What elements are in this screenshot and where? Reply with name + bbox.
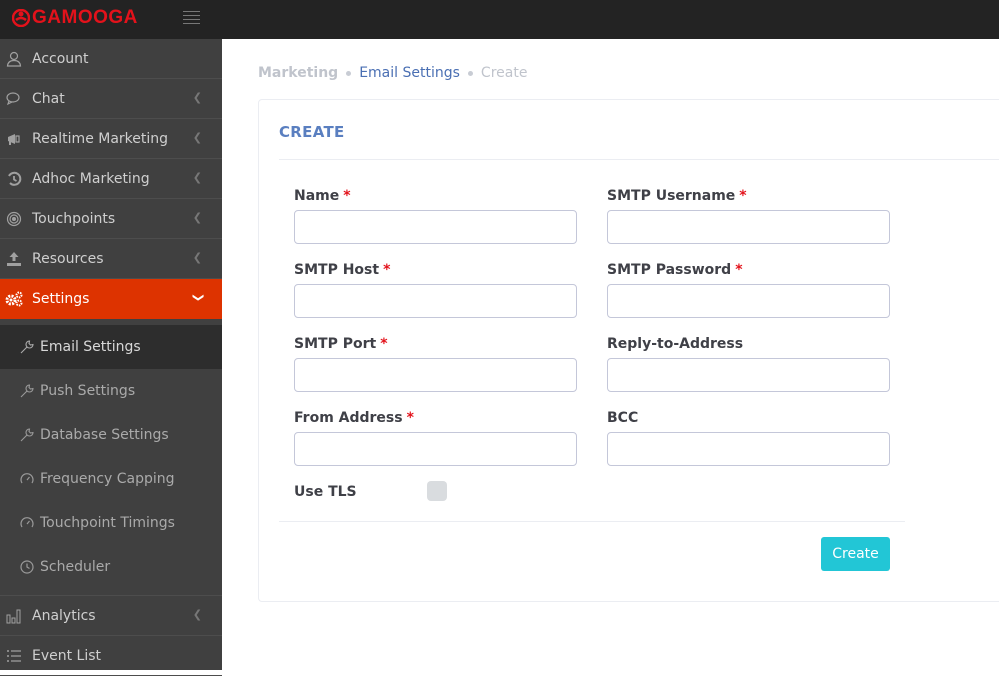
brand-logo[interactable]: GAMOOGA <box>12 7 138 29</box>
sidebar-item-chat[interactable]: Chat ❮ <box>0 79 222 119</box>
sidebar-item-realtime-marketing[interactable]: Realtime Marketing ❮ <box>0 119 222 159</box>
list-icon <box>5 647 23 665</box>
sidebar-item-resources[interactable]: Resources ❮ <box>0 239 222 279</box>
sidebar-item-label: Chat <box>32 90 65 107</box>
history-icon <box>5 170 23 188</box>
smtp-port-label: SMTP Port * <box>294 336 388 352</box>
chevron-down-icon: ❮ <box>190 292 204 303</box>
smtp-host-label: SMTP Host * <box>294 262 391 278</box>
smtp-username-label: SMTP Username * <box>607 188 747 204</box>
top-bar: GAMOOGA <box>0 0 999 39</box>
smtp-password-label: SMTP Password * <box>607 262 743 278</box>
divider <box>279 159 999 160</box>
divider <box>279 521 905 522</box>
submenu-item-scheduler[interactable]: Scheduler <box>0 545 222 589</box>
wrench-icon <box>20 384 34 398</box>
reply-to-address-input[interactable] <box>607 358 890 392</box>
speedometer-icon <box>20 472 34 486</box>
sidebar-item-label: Account <box>32 50 89 67</box>
sidebar: Account Chat ❮ Realtime Marketing ❮ Adho… <box>0 39 222 676</box>
smtp-username-input[interactable] <box>607 210 890 244</box>
chevron-left-icon: ❮ <box>192 171 202 184</box>
submenu-item-label: Email Settings <box>40 339 141 355</box>
sidebar-item-label: Adhoc Marketing <box>32 170 150 187</box>
from-address-input[interactable] <box>294 432 577 466</box>
sidebar-item-settings[interactable]: Settings ❮ <box>0 279 222 319</box>
chat-icon <box>5 90 23 108</box>
brand-name: GAMOOGA <box>32 7 138 28</box>
main-content: Marketing Email Settings Create CREATE N… <box>222 39 999 670</box>
sidebar-item-label: Resources <box>32 250 104 267</box>
target-icon <box>5 210 23 228</box>
sidebar-item-label: Realtime Marketing <box>32 130 169 147</box>
sidebar-item-touchpoints[interactable]: Touchpoints ❮ <box>0 199 222 239</box>
submenu-item-label: Touchpoint Timings <box>40 515 175 531</box>
megaphone-icon <box>5 130 23 148</box>
submenu-item-label: Scheduler <box>40 559 111 575</box>
wrench-icon <box>20 428 34 442</box>
sidebar-item-label: Settings <box>32 291 90 307</box>
gamooga-logo-icon <box>12 9 30 27</box>
sidebar-item-event-list[interactable]: Event List <box>0 636 222 676</box>
sidebar-item-label: Event List <box>32 647 102 664</box>
name-label: Name * <box>294 188 351 204</box>
speedometer-icon <box>20 516 34 530</box>
submenu-item-touchpoint-timings[interactable]: Touchpoint Timings <box>0 501 222 545</box>
smtp-password-input[interactable] <box>607 284 890 318</box>
submenu-item-label: Push Settings <box>40 383 136 399</box>
submenu-item-push-settings[interactable]: Push Settings <box>0 369 222 413</box>
sidebar-item-label: Touchpoints <box>32 210 116 227</box>
submenu-item-email-settings[interactable]: Email Settings <box>0 325 222 369</box>
breadcrumb-create: Create <box>480 65 528 81</box>
submenu-item-label: Frequency Capping <box>40 471 175 487</box>
chevron-left-icon: ❮ <box>192 608 202 621</box>
hamburger-icon[interactable] <box>183 11 200 24</box>
submenu-item-frequency-capping[interactable]: Frequency Capping <box>0 457 222 501</box>
clock-icon <box>20 560 34 574</box>
settings-submenu: Email Settings Push Settings Database Se… <box>0 319 222 596</box>
breadcrumb-separator <box>467 70 473 76</box>
reply-to-address-label: Reply-to-Address <box>607 336 744 352</box>
create-button[interactable]: Create <box>821 537 890 571</box>
sidebar-item-adhoc-marketing[interactable]: Adhoc Marketing ❮ <box>0 159 222 199</box>
smtp-port-input[interactable] <box>294 358 577 392</box>
gears-icon <box>5 290 23 308</box>
breadcrumb-separator <box>346 70 352 76</box>
create-form-card: CREATE Name * SMTP Host * SMTP Port * From … <box>258 99 999 602</box>
use-tls-label: Use TLS <box>294 484 357 500</box>
chevron-left-icon: ❮ <box>192 91 202 104</box>
sidebar-item-account[interactable]: Account <box>0 39 222 79</box>
submenu-item-database-settings[interactable]: Database Settings <box>0 413 222 457</box>
wrench-icon <box>20 340 34 354</box>
sidebar-item-label: Analytics <box>32 607 96 624</box>
use-tls-checkbox[interactable] <box>427 481 447 501</box>
chevron-left-icon: ❮ <box>192 131 202 144</box>
breadcrumb-email-settings[interactable]: Email Settings <box>359 65 460 81</box>
sidebar-item-analytics[interactable]: Analytics ❮ <box>0 596 222 636</box>
bcc-label: BCC <box>607 410 639 426</box>
submenu-item-label: Database Settings <box>40 427 169 443</box>
breadcrumb-marketing[interactable]: Marketing <box>258 65 338 81</box>
bar-chart-icon <box>5 607 23 625</box>
breadcrumb: Marketing Email Settings Create <box>258 65 527 81</box>
bcc-input[interactable] <box>607 432 890 466</box>
chevron-left-icon: ❮ <box>192 251 202 264</box>
from-address-label: From Address * <box>294 410 414 426</box>
user-icon <box>5 50 23 68</box>
card-title: CREATE <box>279 123 345 141</box>
upload-icon <box>5 250 23 268</box>
chevron-left-icon: ❮ <box>192 211 202 224</box>
smtp-host-input[interactable] <box>294 284 577 318</box>
name-input[interactable] <box>294 210 577 244</box>
